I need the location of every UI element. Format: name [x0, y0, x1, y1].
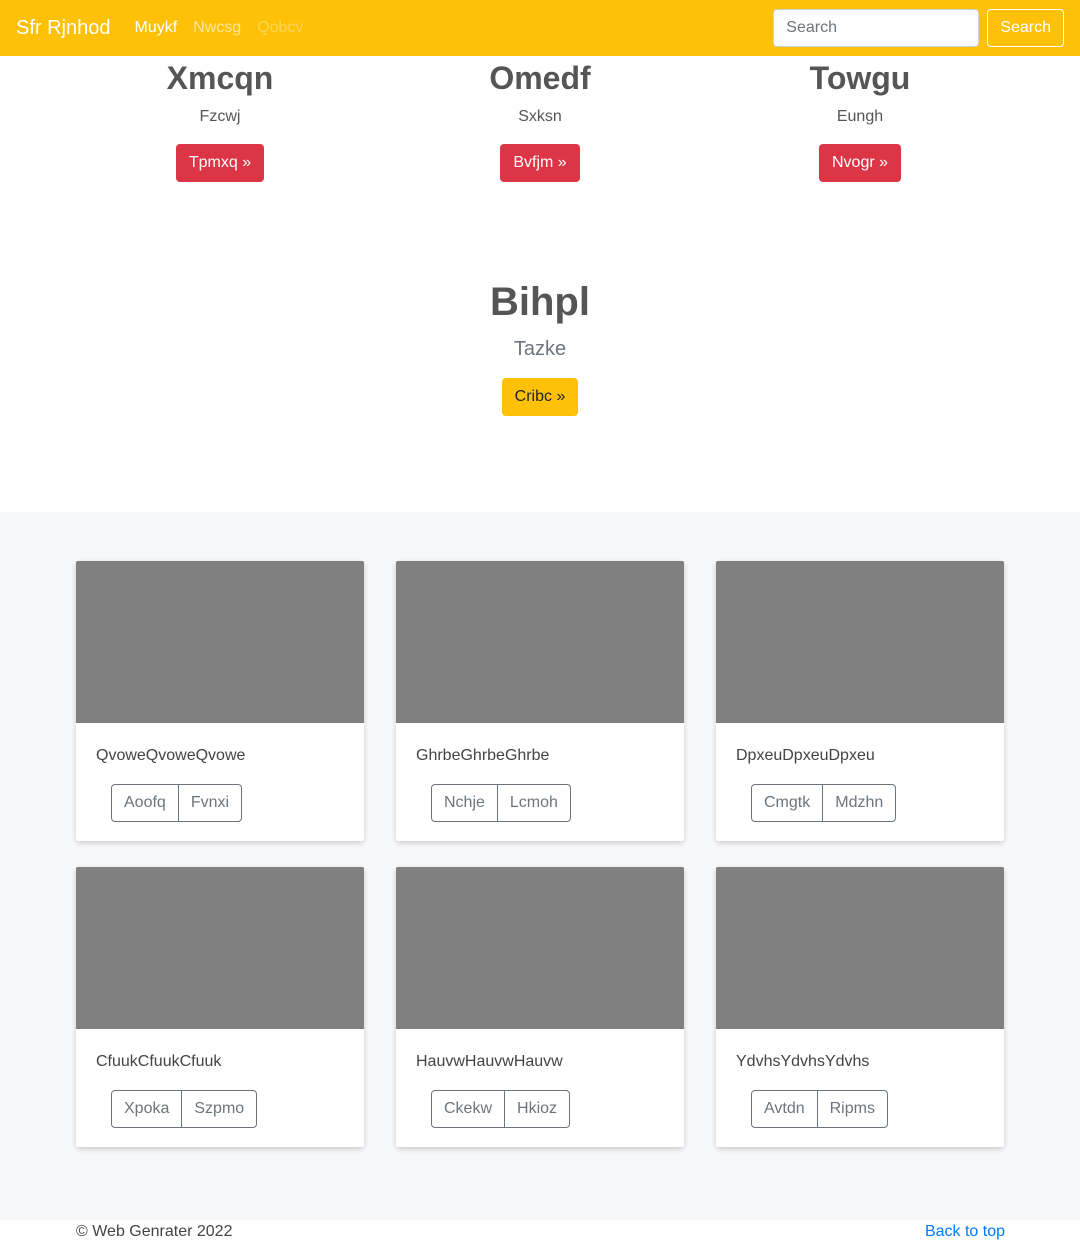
feature-subtitle: Tazke — [513, 338, 567, 360]
copyright-text: © Web Genrater 2022 — [76, 1223, 233, 1240]
card-text: YdvhsYdvhsYdvhs — [736, 1053, 870, 1070]
search-button[interactable]: Search — [987, 9, 1064, 47]
feature-section: Bihpl Tazke Cribc » — [0, 278, 1080, 416]
feature-button-cribc[interactable]: Cribc » — [501, 378, 579, 416]
card-image-placeholder — [716, 867, 1004, 1029]
hero-button-bvfjm[interactable]: Bvfjm » — [500, 144, 580, 182]
card-button-group: Nchje Lcmoh — [431, 784, 571, 822]
card-image-placeholder — [76, 867, 364, 1029]
brand-link[interactable]: Sfr Rjnhod — [16, 17, 111, 40]
back-to-top-link[interactable]: Back to top — [925, 1223, 1005, 1241]
nav-link-nwcsg[interactable]: Nwcsg — [193, 19, 241, 37]
card: GhrbeGhrbeGhrbe Nchje Lcmoh — [396, 561, 684, 841]
card-button-nchje[interactable]: Nchje — [432, 785, 497, 821]
footer: © Web Genrater 2022 Back to top — [0, 1220, 1080, 1244]
nav-link-qobcv: Qobcv — [257, 19, 304, 36]
card-button-mdzhn[interactable]: Mdzhn — [822, 785, 895, 821]
card-button-cmgtk[interactable]: Cmgtk — [752, 785, 822, 821]
navbar: Sfr Rjnhod Muykf Nwcsg Qobcv Search — [0, 0, 1080, 56]
card-text: GhrbeGhrbeGhrbe — [416, 747, 550, 764]
search-input[interactable] — [773, 9, 980, 47]
hero-title: Omedf — [489, 60, 591, 96]
hero-column-3: Towgu Eungh Nvogr » — [700, 56, 1020, 182]
card-button-group: Ckekw Hkioz — [431, 1090, 571, 1128]
hero-button-tpmxq[interactable]: Tpmxq » — [175, 144, 265, 182]
hero-subtitle: Eungh — [836, 108, 884, 125]
card-button-fvnxi[interactable]: Fvnxi — [177, 785, 241, 821]
search-form: Search — [773, 9, 1064, 47]
card-button-aoofq[interactable]: Aoofq — [112, 785, 178, 821]
card: YdvhsYdvhsYdvhs Avtdn Ripms — [716, 867, 1004, 1147]
card-text: QvoweQvoweQvowe — [96, 747, 246, 764]
card-image-placeholder — [396, 561, 684, 723]
nav-link-muykf[interactable]: Muykf — [135, 19, 178, 37]
card: HauvwHauvwHauvw Ckekw Hkioz — [396, 867, 684, 1147]
card-button-group: Avtdn Ripms — [751, 1090, 888, 1128]
hero-column-2: Omedf Sxksn Bvfjm » — [380, 56, 700, 182]
hero-button-nvogr[interactable]: Nvogr » — [818, 144, 902, 182]
card-image-placeholder — [76, 561, 364, 723]
feature-title: Bihpl — [490, 280, 590, 324]
hero-column-1: Xmcqn Fzcwj Tpmxq » — [60, 56, 380, 182]
card-button-lcmoh[interactable]: Lcmoh — [496, 785, 570, 821]
card: CfuukCfuukCfuuk Xpoka Szpmo — [76, 867, 364, 1147]
card-image-placeholder — [716, 561, 1004, 723]
card-button-group: Xpoka Szpmo — [111, 1090, 258, 1128]
card-text: DpxeuDpxeuDpxeu — [736, 747, 875, 764]
card-text: HauvwHauvwHauvw — [416, 1053, 563, 1070]
card-button-xpoka[interactable]: Xpoka — [112, 1091, 181, 1127]
card: DpxeuDpxeuDpxeu Cmgtk Mdzhn — [716, 561, 1004, 841]
card-button-szpmo[interactable]: Szpmo — [181, 1091, 256, 1127]
card-button-avtdn[interactable]: Avtdn — [752, 1091, 817, 1127]
card-button-ckekw[interactable]: Ckekw — [432, 1091, 504, 1127]
album-section: QvoweQvoweQvowe Aoofq Fvnxi GhrbeGhrbeGh… — [0, 512, 1080, 1220]
hero-title: Xmcqn — [166, 60, 274, 96]
hero-subtitle: Fzcwj — [199, 108, 241, 125]
card-button-group: Aoofq Fvnxi — [111, 784, 243, 822]
card-button-group: Cmgtk Mdzhn — [751, 784, 897, 822]
card-button-hkioz[interactable]: Hkioz — [504, 1091, 569, 1127]
card-text: CfuukCfuukCfuuk — [96, 1053, 222, 1070]
card: QvoweQvoweQvowe Aoofq Fvnxi — [76, 561, 364, 841]
hero-subtitle: Sxksn — [518, 108, 562, 125]
card-image-placeholder — [396, 867, 684, 1029]
hero-title: Towgu — [809, 60, 911, 96]
card-button-ripms[interactable]: Ripms — [816, 1091, 887, 1127]
